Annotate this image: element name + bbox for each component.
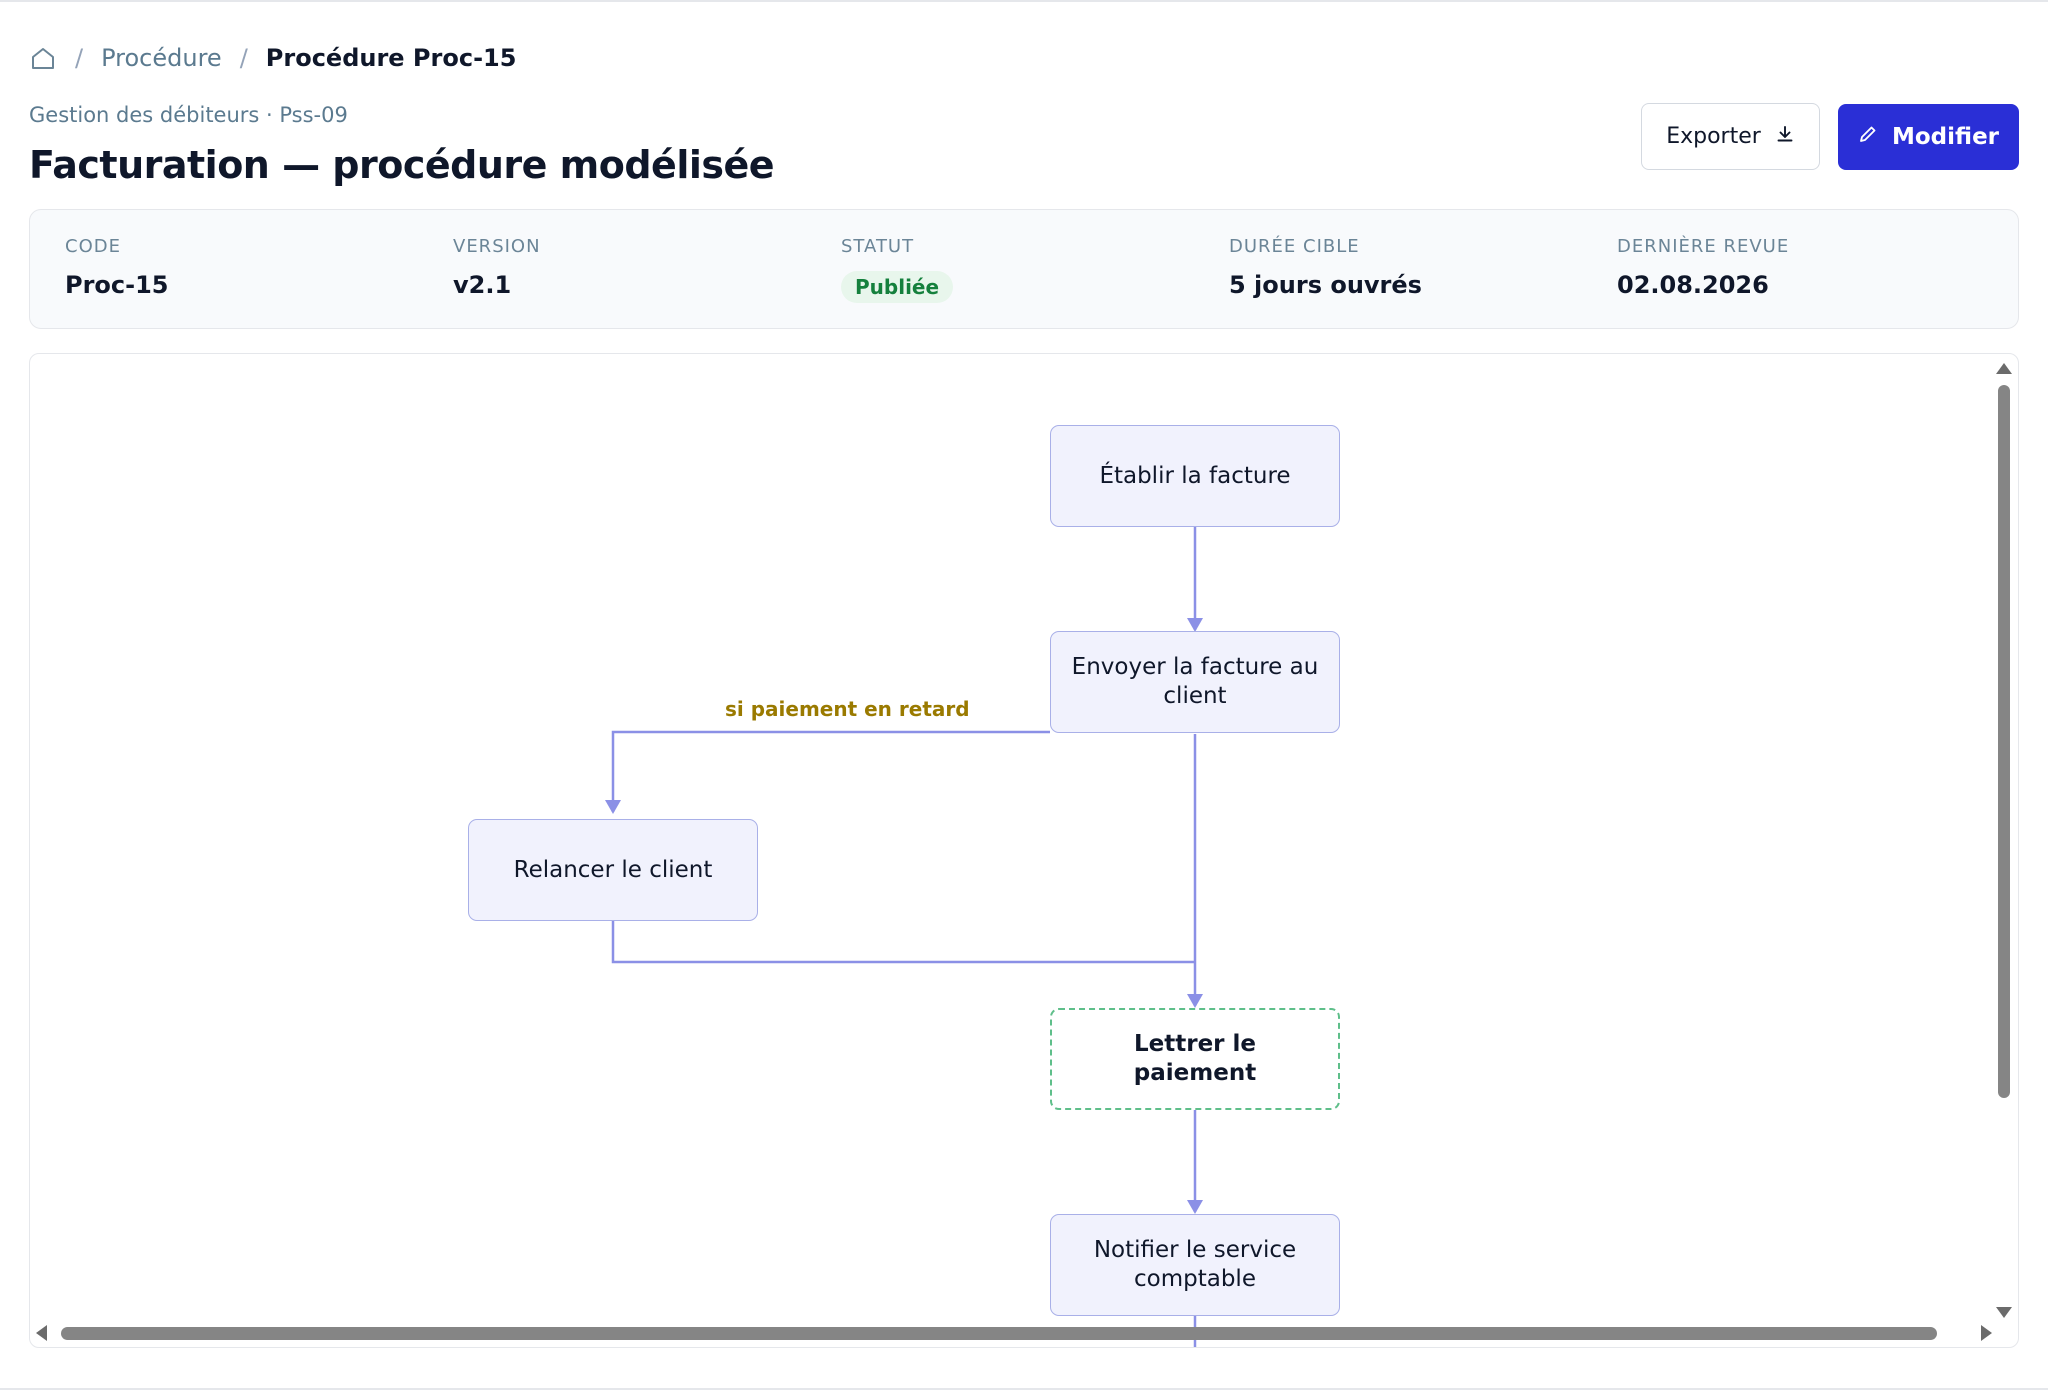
meta-duration-value: 5 jours ouvrés xyxy=(1229,271,1422,299)
page-title: Facturation — procédure modélisée xyxy=(29,143,775,187)
flow-node-relancer-client[interactable]: Relancer le client xyxy=(468,819,758,921)
horizontal-scroll-thumb[interactable] xyxy=(61,1327,1937,1340)
scroll-left-icon[interactable] xyxy=(36,1325,47,1341)
meta-code: Code Proc-15 xyxy=(65,236,169,299)
modify-button-label: Modifier xyxy=(1891,124,2000,150)
modify-button[interactable]: Modifier xyxy=(1838,104,2019,170)
breadcrumb-item-procedure[interactable]: Procédure xyxy=(101,44,222,72)
meta-review-value: 02.08.2026 xyxy=(1617,271,1769,299)
flow-node-etablir-facture[interactable]: Établir la facture xyxy=(1050,425,1340,527)
scroll-right-icon[interactable] xyxy=(1981,1325,1992,1341)
horizontal-scrollbar[interactable] xyxy=(36,1322,1992,1344)
export-button-label: Exporter xyxy=(1666,124,1761,149)
flow-node-notifier-comptable[interactable]: Notifier le service comptable xyxy=(1050,1214,1340,1316)
export-button[interactable]: Exporter xyxy=(1641,103,1820,170)
meta-version-value: v2.1 xyxy=(453,271,512,299)
pencil-icon xyxy=(1858,124,1878,150)
meta-review-label: Dernière revue xyxy=(1617,236,1790,257)
meta-code-label: Code xyxy=(65,236,121,257)
edge-n3-n4 xyxy=(611,920,1195,964)
scroll-down-icon[interactable] xyxy=(1996,1307,2012,1318)
page-subtitle: Gestion des débiteurs · Pss-09 xyxy=(29,103,348,127)
scroll-up-icon[interactable] xyxy=(1996,363,2012,374)
arrowhead xyxy=(1187,618,1203,632)
flow-node-envoyer-facture[interactable]: Envoyer la facture au client xyxy=(1050,631,1340,733)
arrowhead xyxy=(1187,994,1203,1008)
breadcrumb: / Procédure / Procédure Proc-15 xyxy=(29,40,516,76)
procedure-metadata: Code Proc-15 Version v2.1 Statut Publiée… xyxy=(29,209,2019,329)
meta-review: Dernière revue 02.08.2026 xyxy=(1617,236,1789,299)
breadcrumb-separator: / xyxy=(239,44,248,72)
edge-label-paiement-retard: si paiement en retard xyxy=(725,697,970,721)
download-icon xyxy=(1775,124,1795,150)
meta-code-value: Proc-15 xyxy=(65,271,169,299)
flow-node-lettrer-paiement[interactable]: Lettrer le paiement xyxy=(1050,1008,1340,1110)
meta-duration: Durée cible 5 jours ouvrés xyxy=(1229,236,1422,299)
bottom-divider xyxy=(0,1388,2048,1390)
breadcrumb-separator: / xyxy=(75,44,84,72)
meta-duration-label: Durée cible xyxy=(1229,236,1360,257)
status-badge: Publiée xyxy=(841,271,954,303)
flow-canvas[interactable]: Établir la facture Envoyer la facture au… xyxy=(29,353,2019,1348)
meta-status: Statut Publiée xyxy=(841,236,954,303)
breadcrumb-item-current: Procédure Proc-15 xyxy=(265,44,517,72)
vertical-scrollbar[interactable] xyxy=(1993,363,2015,1318)
meta-version: Version v2.1 xyxy=(453,236,541,299)
top-divider xyxy=(0,0,2048,2)
edge-n2-n3 xyxy=(611,730,1050,812)
meta-version-label: Version xyxy=(453,236,541,257)
home-icon[interactable] xyxy=(29,44,57,72)
arrowhead xyxy=(605,800,621,814)
meta-status-label: Statut xyxy=(841,236,915,257)
flow-edges xyxy=(605,527,1203,1347)
vertical-scroll-thumb[interactable] xyxy=(1998,385,2010,1098)
arrowhead xyxy=(1187,1200,1203,1214)
